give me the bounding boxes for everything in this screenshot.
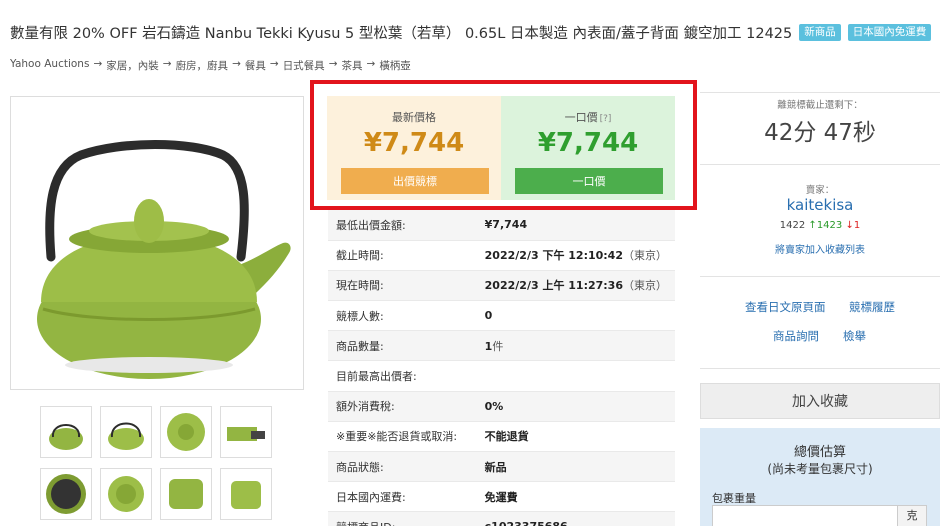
detail-value: 1件: [476, 330, 675, 362]
item-inquiry-link[interactable]: 商品詢問: [773, 328, 819, 344]
breadcrumb-separator: →: [366, 58, 376, 70]
buynow-price-panel: 一口價 [?] ¥7,744 一口價: [501, 96, 675, 200]
table-row: 最低出價金額: ¥7,744: [328, 210, 675, 241]
breadcrumb-item[interactable]: 家居，內裝: [106, 58, 159, 73]
seller-label: 賣家：: [805, 185, 835, 196]
weight-label: 包裹重量: [712, 492, 756, 505]
table-row: 競標人數: 0: [328, 300, 675, 332]
detail-value: 新品: [476, 451, 675, 483]
thumbnail[interactable]: [100, 468, 152, 520]
thumbnail[interactable]: [40, 468, 92, 520]
detail-key: 商品狀態:: [328, 451, 477, 483]
detail-value: 0: [476, 300, 675, 332]
detail-key: 最低出價金額:: [328, 210, 477, 241]
thumbnail[interactable]: [220, 406, 272, 458]
table-row: 截止時間: 2022/2/3 下午 12:10:42（東京）: [328, 240, 675, 271]
detail-key: 日本國內運費:: [328, 481, 477, 513]
detail-key: 競標商品ID:: [328, 511, 477, 526]
item-details-table: 最低出價金額: ¥7,744 截止時間: 2022/2/3 下午 12:10:42（…: [328, 210, 675, 526]
buynow-price-value: ¥7,744: [537, 128, 639, 158]
detail-key: 額外消費稅:: [328, 391, 477, 422]
rating-total: 1422: [779, 220, 806, 231]
add-seller-favorite-link[interactable]: 將賣家加入收藏列表: [700, 241, 940, 256]
new-item-badge: 新商品: [799, 23, 841, 41]
page-title-row: 數量有限 20% OFF 岩石鑄造 Nanbu Tekki Kyusu 5 型松…: [10, 22, 932, 42]
detail-key: 現在時間:: [328, 270, 477, 302]
bid-history-link[interactable]: 競標履歷: [849, 299, 895, 315]
table-row: 額外消費稅: 0%: [328, 391, 675, 422]
breadcrumb-separator: →: [269, 58, 279, 70]
view-original-link[interactable]: 查看日文原頁面: [745, 299, 826, 315]
report-link[interactable]: 檢舉: [843, 328, 866, 344]
main-product-image[interactable]: [10, 96, 304, 390]
item-title: 數量有限 20% OFF 岩石鑄造 Nanbu Tekki Kyusu 5 型松…: [10, 25, 793, 42]
detail-value: 2022/2/3 上午 11:27:36（東京）: [476, 270, 675, 302]
breadcrumb-separator: →: [162, 58, 172, 70]
price-box: 最新價格 ¥7,744 出價競標 一口價 [?] ¥7,744 一口價: [310, 80, 697, 210]
detail-value: [476, 360, 675, 392]
teapot-image: [37, 140, 291, 379]
current-price-panel: 最新價格 ¥7,744 出價競標: [327, 96, 501, 200]
weight-input[interactable]: [712, 505, 898, 526]
breadcrumb-item[interactable]: 茶具: [342, 58, 363, 73]
table-row: 現在時間: 2022/2/3 上午 11:27:36（東京）: [328, 270, 675, 302]
breadcrumb-item[interactable]: 橫柄壺: [379, 58, 411, 73]
price-estimate-panel: 總價估算 (尚未考量包裹尺寸) 包裹重量 克: [700, 428, 940, 526]
detail-key: 商品數量:: [328, 330, 477, 362]
breadcrumb-separator: →: [232, 58, 241, 70]
weight-unit: 克: [897, 505, 927, 526]
breadcrumb-separator: →: [93, 58, 103, 70]
divider: [700, 276, 940, 277]
table-row: 競標商品ID:c1023375686: [328, 511, 675, 526]
detail-key: 競標人數:: [328, 300, 477, 332]
detail-value: c1023375686: [476, 511, 675, 526]
add-to-watchlist-button[interactable]: 加入收藏: [700, 383, 940, 419]
thumbnail[interactable]: [160, 468, 212, 520]
current-price-value: ¥7,744: [363, 128, 465, 158]
countdown-label: 離競標截止還剩下：: [777, 100, 863, 111]
table-row: ※重要※能否退貨或取消: 不能退貨: [328, 421, 675, 453]
rating-positive: 1423: [816, 220, 843, 231]
estimate-title: 總價估算: [793, 445, 846, 460]
countdown-timer: 42分 47秒: [764, 120, 876, 146]
divider: [700, 92, 940, 93]
rating-negative: 1: [853, 220, 861, 231]
breadcrumb-separator: →: [328, 58, 338, 70]
buy-now-button[interactable]: 一口價: [515, 168, 663, 194]
divider: [700, 164, 940, 165]
estimate-subtitle: (尚未考量包裹尺寸): [767, 462, 873, 476]
thumbnail[interactable]: [100, 406, 152, 458]
divider: [700, 368, 940, 369]
thumbnail[interactable]: [160, 406, 212, 458]
buynow-help-link[interactable]: [?]: [600, 114, 612, 124]
table-row: 目前最高出價者:: [328, 360, 675, 392]
buynow-price-label: 一口價: [564, 111, 598, 124]
thumbs-up-icon: ↑: [808, 220, 817, 231]
seller-rating: 1422 ↑1423 ↓1: [700, 220, 940, 231]
buynow-price-label-row: 一口價 [?]: [501, 109, 675, 125]
thumbnail[interactable]: [40, 406, 92, 458]
seller-name-link[interactable]: kaitekisa: [700, 196, 940, 214]
place-bid-button[interactable]: 出價競標: [341, 168, 489, 194]
detail-value: 0%: [476, 391, 675, 422]
detail-key: 截止時間:: [328, 240, 477, 271]
table-row: 日本國內運費: 免運費: [328, 481, 675, 513]
thumbs-down-icon: ↓: [845, 220, 854, 231]
breadcrumb-item[interactable]: 日式餐具: [283, 58, 325, 73]
detail-value: 2022/2/3 下午 12:10:42（東京）: [476, 240, 675, 271]
breadcrumb-item[interactable]: 餐具: [245, 58, 266, 73]
free-shipping-badge: 日本國內免運費: [847, 23, 932, 41]
thumbnail[interactable]: [220, 468, 272, 520]
table-row: 商品狀態: 新品: [328, 451, 675, 483]
detail-value: 不能退貨: [476, 421, 675, 453]
detail-value: ¥7,744: [476, 210, 675, 241]
detail-key: 目前最高出價者:: [328, 360, 477, 392]
breadcrumb-item[interactable]: 廚房，廚具: [176, 58, 229, 73]
detail-value: 免運費: [476, 481, 675, 513]
current-price-label: 最新價格: [392, 111, 436, 124]
table-row: 商品數量: 1件: [328, 330, 675, 362]
breadcrumb-item[interactable]: Yahoo Auctions: [10, 58, 89, 73]
breadcrumb: Yahoo Auctions → 家居，內裝 → 廚房，廚具 → 餐具 → 日式餐具 → …: [10, 58, 411, 73]
detail-key: ※重要※能否退貨或取消:: [328, 421, 477, 453]
